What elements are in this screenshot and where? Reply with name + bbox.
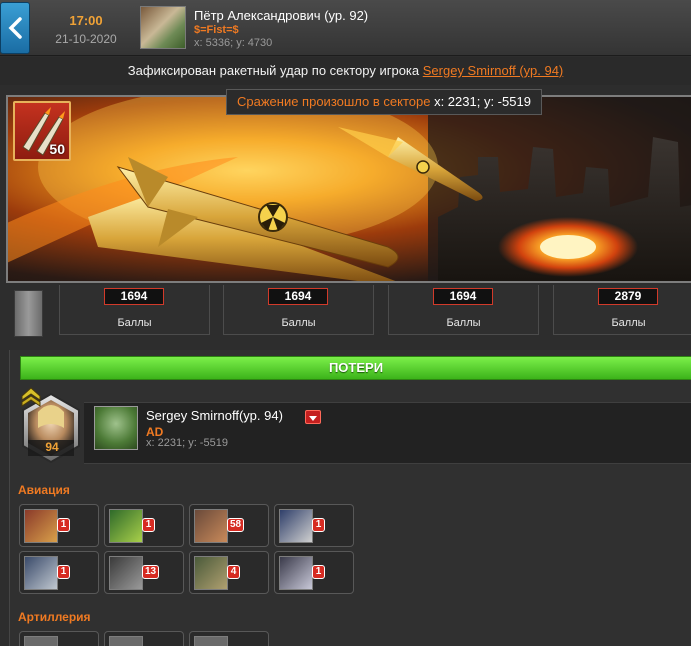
unit-card[interactable]: 4 (189, 551, 269, 594)
unit-image (279, 509, 313, 543)
notification-text: Зафиксирован ракетный удар по сектору иг… (127, 63, 420, 78)
unit-card[interactable]: 13 (104, 551, 184, 594)
unit-image (24, 636, 58, 646)
unit-card[interactable] (19, 631, 99, 646)
unit-quantity: 1 (57, 518, 70, 532)
unit-quantity: 1 (312, 518, 325, 532)
unit-card[interactable]: 1 (274, 551, 354, 594)
missile-count: 50 (49, 141, 65, 157)
unit-card[interactable]: 1 (19, 504, 99, 547)
clock-time: 17:00 (69, 13, 103, 28)
chevron-left-icon (8, 17, 22, 39)
score-label: Баллы (611, 317, 646, 329)
missile-strike-illustration (8, 97, 691, 281)
losses-header: ПОТЕРИ (20, 356, 691, 380)
rank-icon (21, 387, 41, 407)
section-title-aviation: Авиация (18, 483, 70, 497)
top-bar: 17:00 21-10-2020 Пётр Александрович (ур.… (0, 0, 691, 56)
unit-card[interactable] (189, 631, 269, 646)
tooltip-coords: x: 2231; y: -5519 (434, 94, 531, 109)
opponent-menu-button[interactable] (305, 410, 321, 424)
score-value: 1694 (433, 288, 493, 305)
opponent-name[interactable]: Sergey Smirnoff(ур. 94) (146, 408, 283, 423)
unit-card[interactable]: 1 (19, 551, 99, 594)
section-title-artillery: Артиллерия (18, 610, 91, 624)
unit-image (194, 556, 228, 590)
score-card: 2879 Баллы (553, 285, 691, 335)
strike-notification: Зафиксирован ракетный удар по сектору иг… (0, 57, 691, 85)
opponent-avatar[interactable] (94, 406, 138, 450)
unit-card[interactable]: 1 (274, 504, 354, 547)
unit-card[interactable]: 1 (104, 504, 184, 547)
opponent-coords: x: 2231; y: -5519 (146, 437, 228, 449)
opponent-card: Sergey Smirnoff(ур. 94) AD x: 2231; y: -… (84, 402, 691, 464)
score-card: 1694 Баллы (388, 285, 539, 335)
unit-quantity: 4 (227, 565, 240, 579)
unit-quantity: 1 (312, 565, 325, 579)
unit-image (24, 509, 58, 543)
unit-image (109, 636, 143, 646)
unit-image (109, 556, 143, 590)
score-value: 1694 (104, 288, 164, 305)
unit-quantity: 58 (227, 518, 245, 532)
player-avatar[interactable] (140, 6, 186, 49)
score-value: 1694 (268, 288, 328, 305)
unit-quantity: 13 (142, 565, 160, 579)
player-clan: $=Fist=$ (194, 24, 239, 36)
missile-strike-banner (6, 95, 691, 283)
unit-card[interactable]: 58 (189, 504, 269, 547)
back-button[interactable] (0, 2, 30, 54)
score-label: Баллы (446, 317, 481, 329)
score-card: 1694 Баллы (223, 285, 374, 335)
missile-count-badge: 50 (13, 101, 71, 161)
unit-image (109, 509, 143, 543)
unit-image (279, 556, 313, 590)
score-label: Баллы (281, 317, 316, 329)
unit-quantity: 1 (57, 565, 70, 579)
battle-report-screen: 17:00 21-10-2020 Пётр Александрович (ур.… (0, 0, 691, 646)
opponent-level-hex: 94 (20, 386, 82, 464)
unit-image (194, 636, 228, 646)
tooltip-label: Сражение произошло в секторе (237, 94, 431, 109)
clock-date: 21-10-2020 (55, 32, 117, 46)
unit-card[interactable] (104, 631, 184, 646)
player-coords: x: 5336; y: 4730 (194, 37, 273, 49)
battle-sector-tooltip: Сражение произошло в секторе x: 2231; y:… (226, 89, 542, 115)
unit-quantity: 1 (142, 518, 155, 532)
unit-image (194, 509, 228, 543)
losses-panel: ПОТЕРИ 94 Sergey Smirnoff(ур. 94) AD x: … (9, 350, 691, 646)
player-name: Пётр Александрович (ур. 92) (194, 8, 369, 23)
score-label: Баллы (117, 317, 152, 329)
score-scroll-handle[interactable] (14, 290, 43, 337)
caret-down-icon (309, 416, 317, 421)
target-player-link[interactable]: Sergey Smirnoff (ур. 94) (423, 63, 564, 78)
opponent-level: 94 (45, 440, 59, 454)
score-value: 2879 (598, 288, 658, 305)
score-card: 1694 Баллы (59, 285, 210, 335)
unit-image (24, 556, 58, 590)
